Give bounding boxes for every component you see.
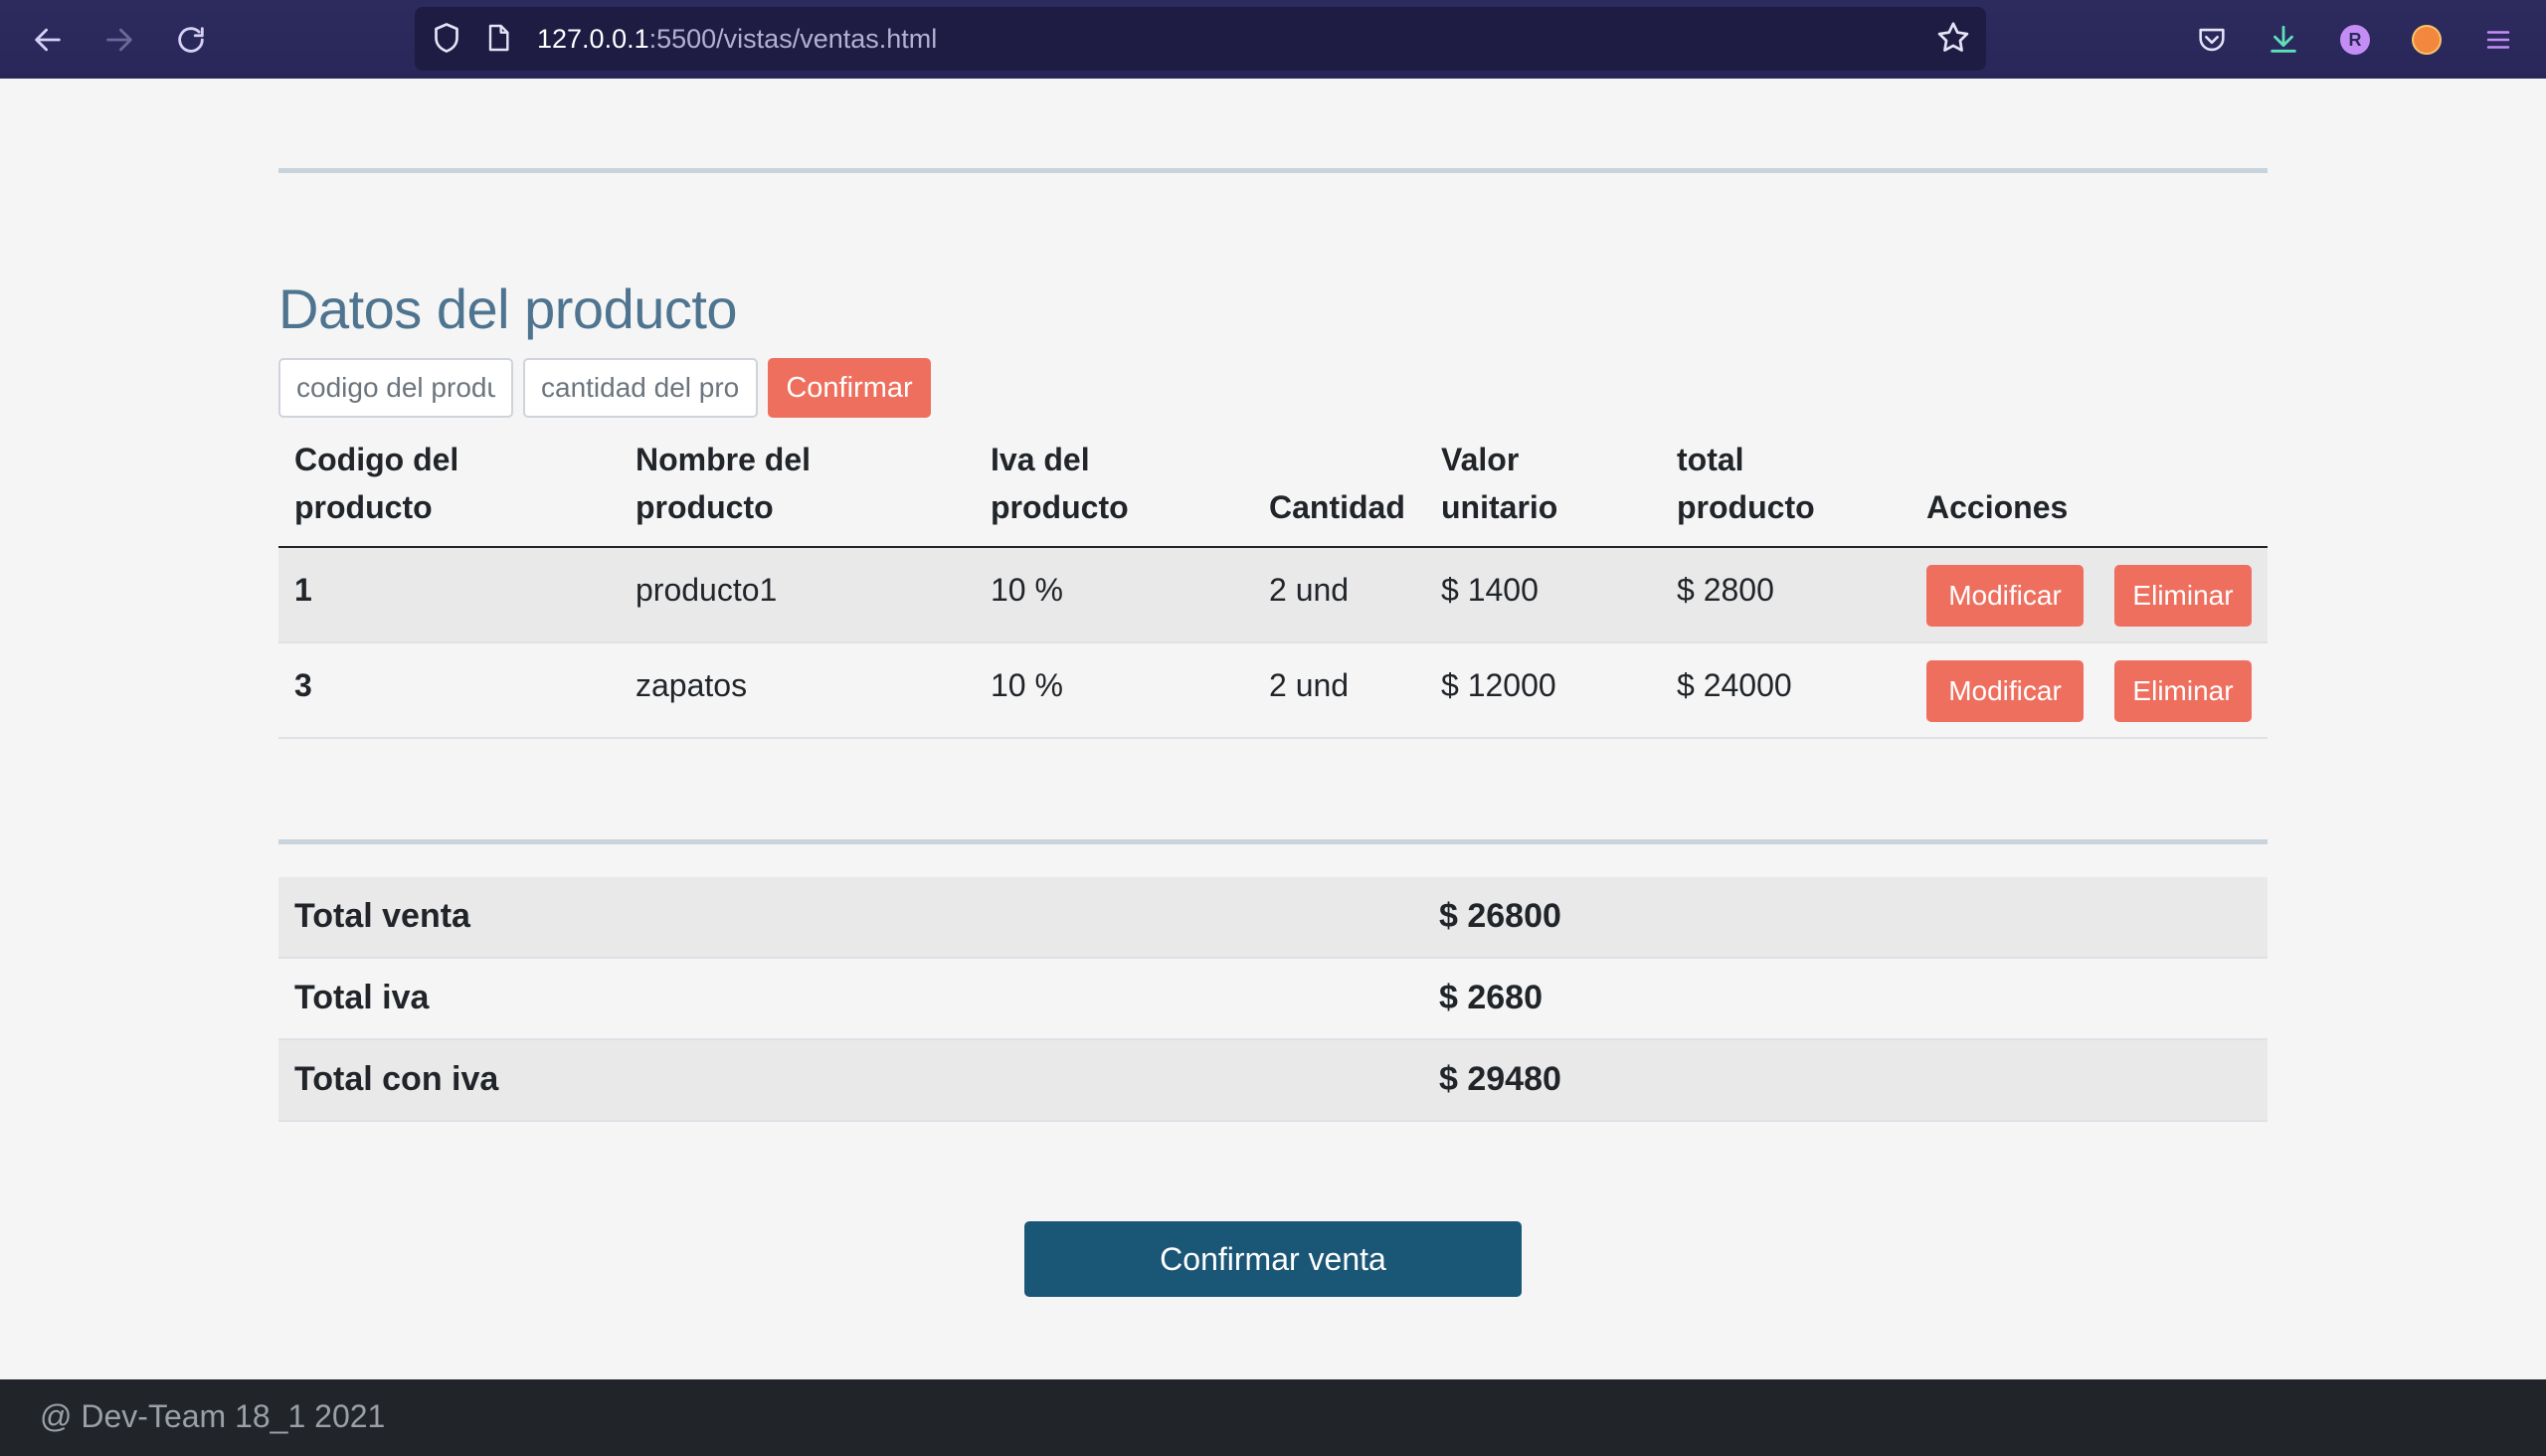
total-label: Total con iva bbox=[294, 1060, 499, 1098]
header-total: total producto bbox=[1677, 442, 1815, 525]
row-iva: 10 % bbox=[991, 572, 1063, 608]
row-total: $ 24000 bbox=[1677, 667, 1792, 703]
header-name: Nombre del producto bbox=[636, 442, 812, 525]
header-quantity: Cantidad bbox=[1269, 489, 1405, 525]
row-code: 1 bbox=[294, 572, 312, 608]
row-quantity: 2 und bbox=[1269, 667, 1350, 703]
total-with-iva-row: Total con iva $ 29480 bbox=[278, 1040, 2268, 1122]
middle-divider bbox=[278, 839, 2268, 844]
total-value: $ 26800 bbox=[1439, 897, 1561, 935]
browser-toolbar: 127.0.0.1:5500/vistas/ventas.html R bbox=[0, 0, 2546, 79]
row-name: zapatos bbox=[636, 667, 748, 703]
pocket-icon[interactable] bbox=[2192, 20, 2232, 60]
url-bar[interactable]: 127.0.0.1:5500/vistas/ventas.html bbox=[415, 7, 1986, 71]
page-icon bbox=[482, 19, 514, 62]
row-name: producto1 bbox=[636, 572, 778, 608]
row-quantity: 2 und bbox=[1269, 572, 1350, 608]
section-title: Datos del producto bbox=[278, 277, 738, 340]
total-value: $ 2680 bbox=[1439, 979, 1543, 1016]
row-unit-value: $ 12000 bbox=[1441, 667, 1556, 703]
header-iva: Iva del producto bbox=[991, 442, 1129, 525]
confirm-product-button[interactable]: Confirmar bbox=[768, 358, 931, 418]
total-iva-row: Total iva $ 2680 bbox=[278, 959, 2268, 1040]
delete-button[interactable]: Eliminar bbox=[2114, 660, 2252, 722]
header-code: Codigo del producto bbox=[294, 442, 459, 525]
modify-button[interactable]: Modificar bbox=[1926, 565, 2084, 627]
profile-initial: R bbox=[2340, 25, 2370, 55]
back-icon[interactable] bbox=[28, 20, 68, 60]
footer: @ Dev-Team 18_1 2021 bbox=[0, 1379, 2546, 1456]
product-code-input[interactable] bbox=[278, 358, 513, 418]
table-row: 1 producto1 10 % 2 und $ 1400 $ 2800 Mod… bbox=[278, 548, 2268, 643]
reload-icon[interactable] bbox=[171, 20, 211, 60]
profile-icon[interactable]: R bbox=[2335, 20, 2375, 60]
table-row: 3 zapatos 10 % 2 und $ 12000 $ 24000 Mod… bbox=[278, 643, 2268, 739]
total-label: Total iva bbox=[294, 979, 430, 1016]
top-divider bbox=[278, 168, 2268, 173]
header-actions: Acciones bbox=[1926, 489, 2069, 525]
row-iva: 10 % bbox=[991, 667, 1063, 703]
product-quantity-input[interactable] bbox=[523, 358, 758, 418]
total-value: $ 29480 bbox=[1439, 1060, 1561, 1098]
row-unit-value: $ 1400 bbox=[1441, 572, 1539, 608]
url-text[interactable]: 127.0.0.1:5500/vistas/ventas.html bbox=[537, 24, 937, 55]
modify-button[interactable]: Modificar bbox=[1926, 660, 2084, 722]
extension-icon[interactable] bbox=[2407, 20, 2447, 60]
star-icon[interactable] bbox=[1934, 19, 1972, 62]
total-label: Total venta bbox=[294, 897, 470, 935]
row-total: $ 2800 bbox=[1677, 572, 1774, 608]
download-icon[interactable] bbox=[2264, 20, 2303, 60]
confirm-sale-button[interactable]: Confirmar venta bbox=[1024, 1221, 1522, 1297]
delete-button[interactable]: Eliminar bbox=[2114, 565, 2252, 627]
forward-icon[interactable] bbox=[99, 20, 139, 60]
row-code: 3 bbox=[294, 667, 312, 703]
footer-text: @ Dev-Team 18_1 2021 bbox=[40, 1398, 386, 1434]
menu-icon[interactable] bbox=[2478, 20, 2518, 60]
header-unit-value: Valor unitario bbox=[1441, 442, 1558, 525]
total-sale-row: Total venta $ 26800 bbox=[278, 877, 2268, 959]
shield-icon[interactable] bbox=[429, 19, 464, 62]
